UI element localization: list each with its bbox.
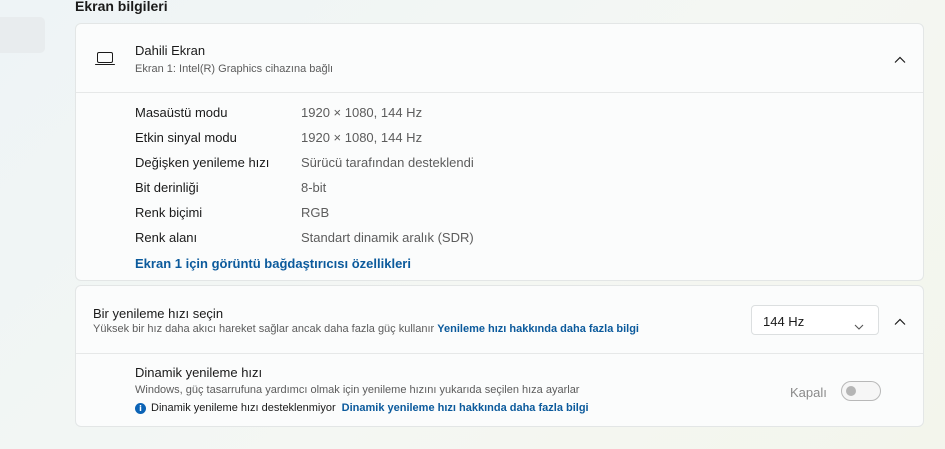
detail-value: 8-bit [301,180,327,195]
dynamic-refresh-toggle[interactable] [841,381,881,401]
display-card-header[interactable]: Dahili Ekran Ekran 1: Intel(R) Graphics … [76,24,923,93]
detail-label: Renk biçimi [135,205,203,220]
detail-label: Masaüstü modu [135,105,228,120]
dynamic-refresh-info: i Dinamik yenileme hızı desteklenmiyor D… [135,402,589,414]
refresh-title: Bir yenileme hızı seçin [93,306,224,321]
detail-value: Standart dinamik aralık (SDR) [301,230,474,245]
detail-row: Renk biçimi RGB [76,201,923,226]
detail-value: 1920 × 1080, 144 Hz [301,105,423,120]
detail-label: Etkin sinyal modu [135,130,237,145]
detail-row: Renk alanı Standart dinamik aralık (SDR) [76,226,923,251]
toggle-state-label: Kapalı [790,385,827,400]
laptop-icon [95,52,115,71]
detail-value: 1920 × 1080, 144 Hz [301,130,423,145]
chevron-down-icon [854,317,864,335]
refresh-card-header: Bir yenileme hızı seçin Yüksek bir hız d… [76,286,923,354]
dynamic-refresh-subtitle: Windows, güç tasarrufuna yardımcı olmak … [135,384,580,396]
detail-value: RGB [301,205,330,220]
detail-label: Değişken yenileme hızı [135,155,270,170]
display-card: Dahili Ekran Ekran 1: Intel(R) Graphics … [75,23,924,281]
detail-value: Sürücü tarafından desteklendi [301,155,474,170]
dynamic-refresh-info-link[interactable]: Dinamik yenileme hızı hakkında daha fazl… [342,402,589,414]
display-subtitle: Ekran 1: Intel(R) Graphics cihazına bağl… [135,63,334,75]
detail-row: Masaüstü modu 1920 × 1080, 144 Hz [76,101,923,126]
chevron-up-icon[interactable] [894,313,906,331]
display-title: Dahili Ekran [135,43,206,58]
refresh-rate-value: 144 Hz [763,314,805,329]
display-details: Masaüstü modu 1920 × 1080, 144 Hz Etkin … [76,93,923,251]
refresh-info-link[interactable]: Yenileme hızı hakkında daha fazla bilgi [437,323,639,335]
detail-label: Renk alanı [135,230,198,245]
refresh-rate-card: Bir yenileme hızı seçin Yüksek bir hız d… [75,285,924,427]
refresh-subtitle: Yüksek bir hız daha akıcı hareket sağlar… [93,323,639,335]
detail-row: Değişken yenileme hızı Sürücü tarafından… [76,151,923,176]
toggle-knob [846,386,856,396]
detail-row: Bit derinliği 8-bit [76,176,923,201]
refresh-subtitle-text: Yüksek bir hız daha akıcı hareket sağlar… [93,323,435,335]
nav-selected-item[interactable] [0,17,45,53]
refresh-rate-dropdown[interactable]: 144 Hz [751,305,879,335]
adapter-properties-link[interactable]: Ekran 1 için görüntü bağdaştırıcısı özel… [135,256,411,271]
section-title: Ekran bilgileri [75,0,168,14]
chevron-up-icon[interactable] [894,51,906,69]
detail-label: Bit derinliği [135,180,199,195]
info-icon: i [135,402,146,414]
dynamic-refresh-title: Dinamik yenileme hızı [135,365,263,380]
detail-row: Etkin sinyal modu 1920 × 1080, 144 Hz [76,126,923,151]
dynamic-refresh-info-text: Dinamik yenileme hızı desteklenmiyor [151,402,336,414]
